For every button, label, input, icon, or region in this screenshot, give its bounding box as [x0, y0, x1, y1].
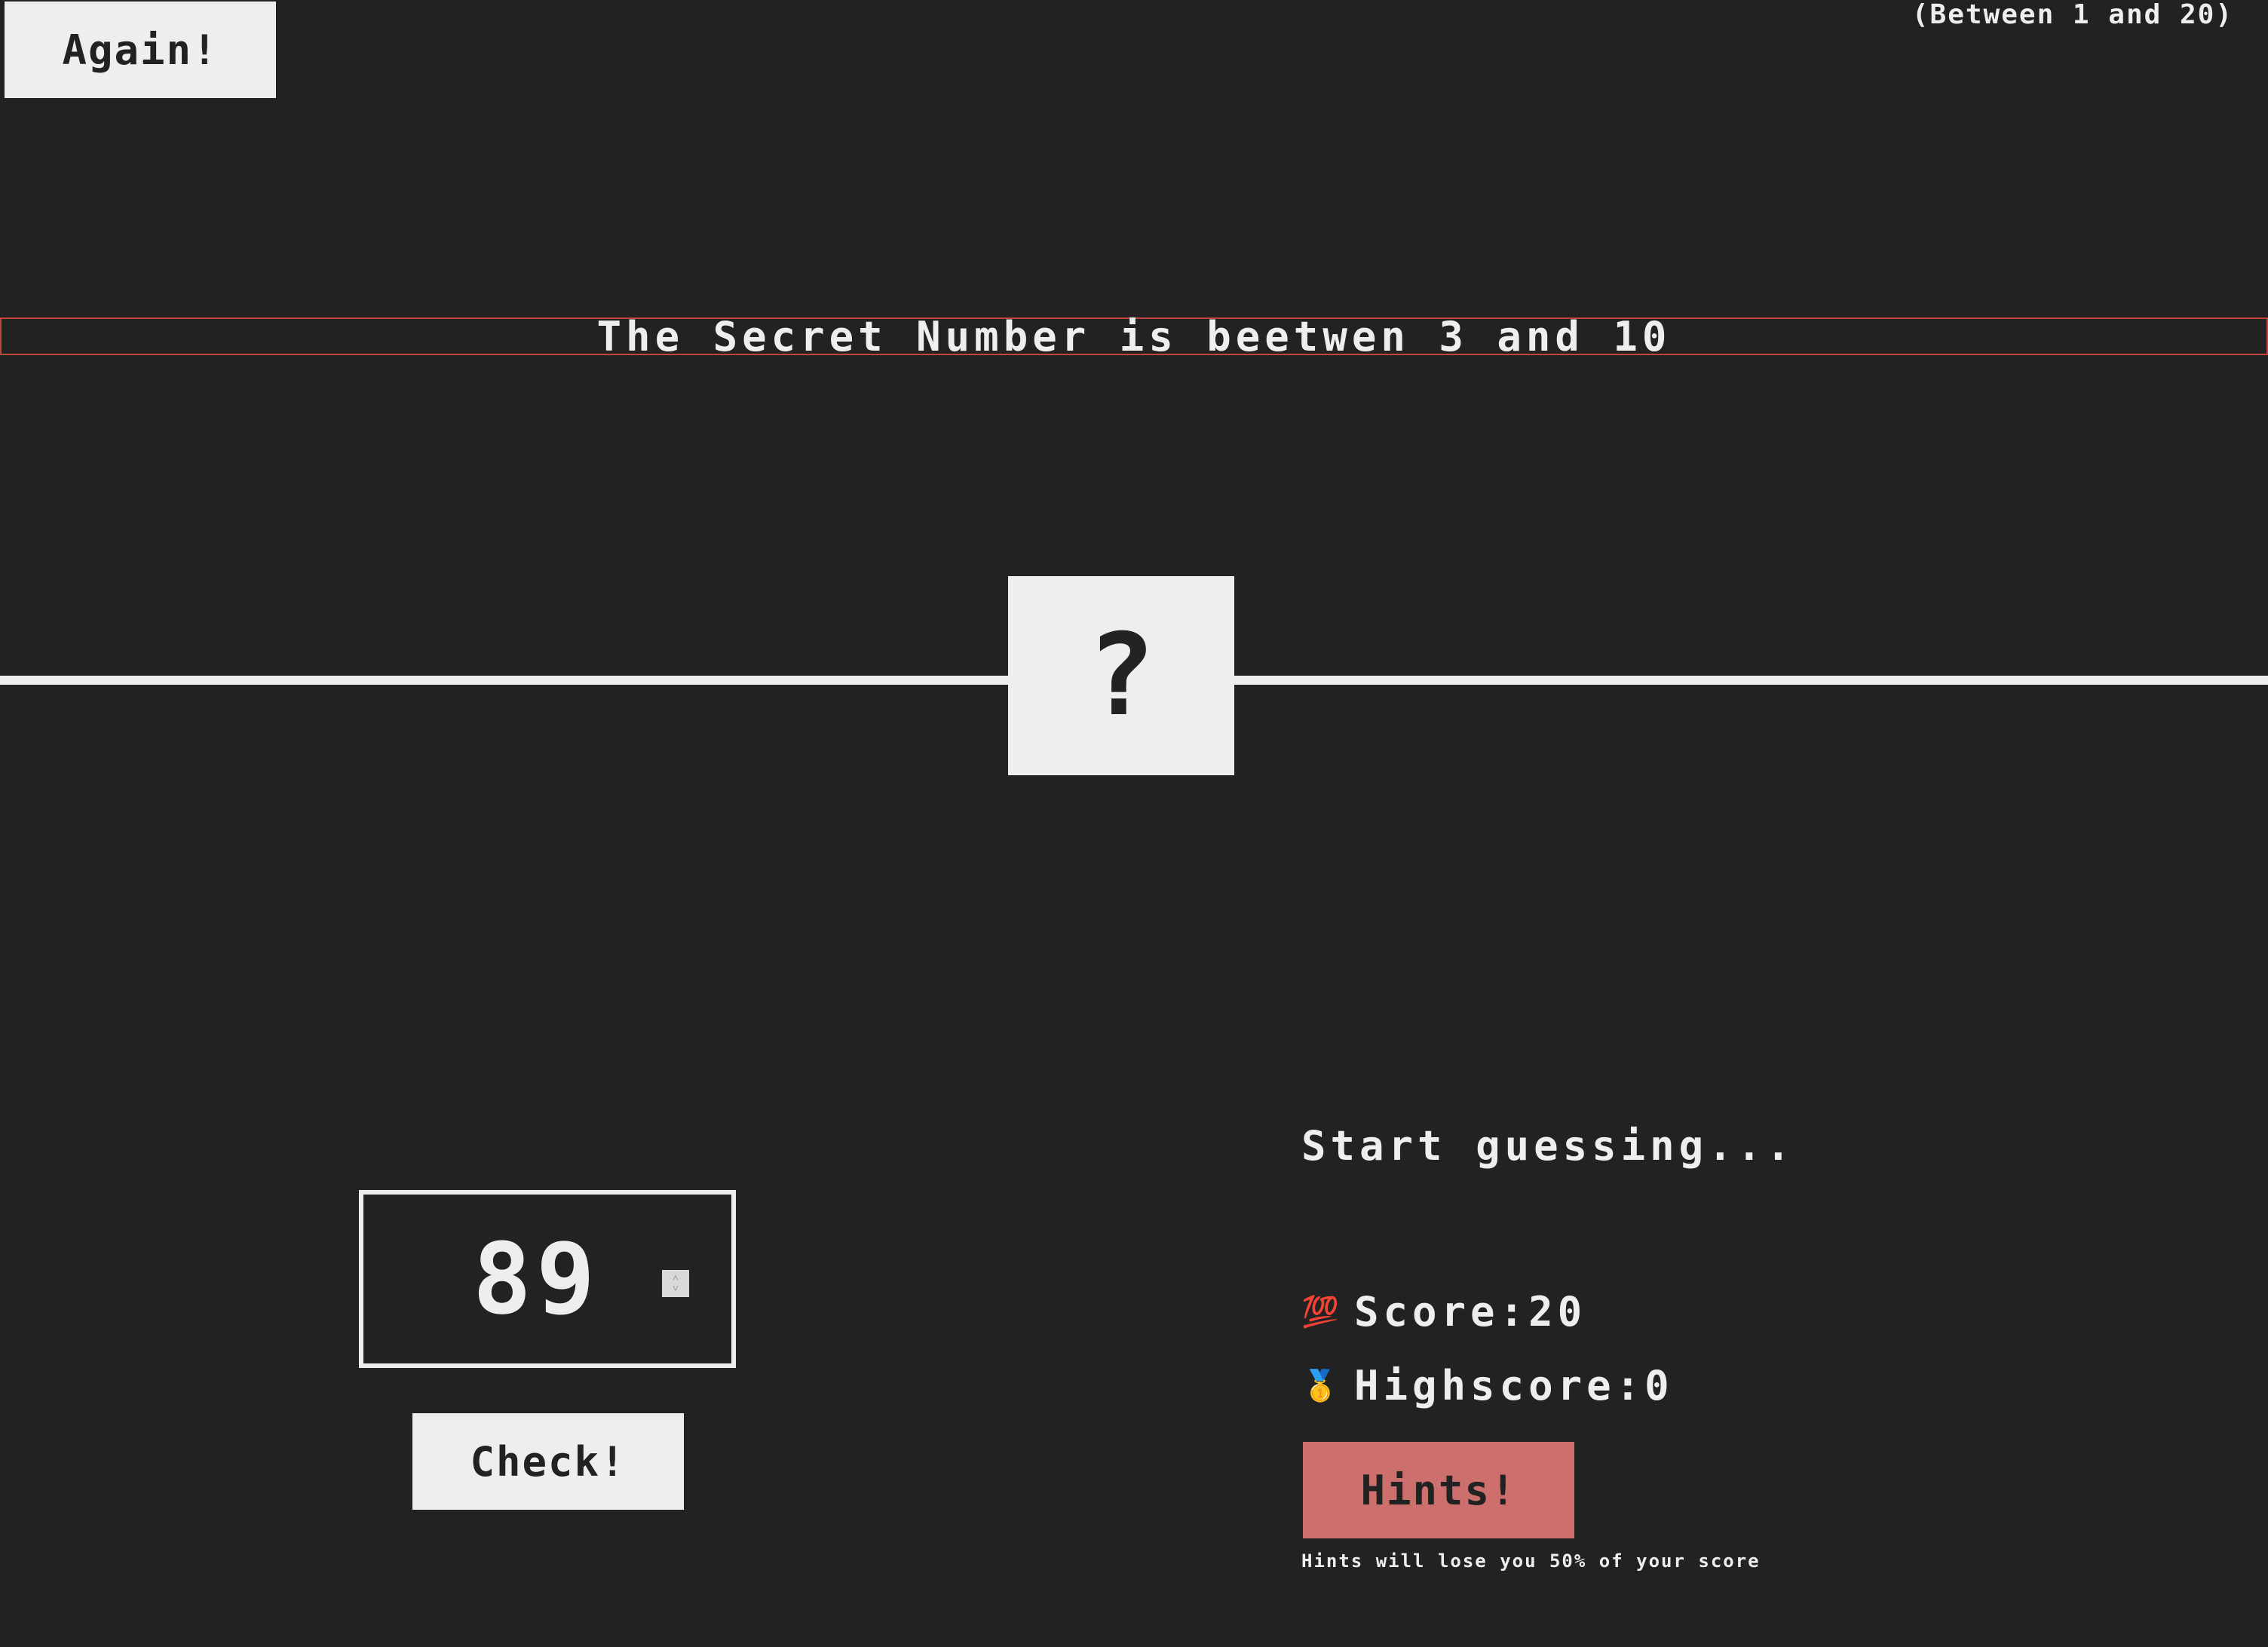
secret-number-box: ? — [1008, 576, 1234, 775]
highscore-line: 🥇 Highscore: 0 — [1301, 1362, 1674, 1409]
hundred-points-icon: 💯 — [1301, 1295, 1344, 1330]
hint-message-banner: The Secret Number is beetwen 3 and 10 — [0, 313, 2268, 360]
hints-button[interactable]: Hints! — [1303, 1442, 1574, 1538]
status-message: Start guessing... — [1301, 1122, 1795, 1170]
score-line: 💯 Score: 20 — [1301, 1288, 1586, 1336]
range-note: (Between 1 and 20) — [1911, 0, 2233, 30]
highscore-label: Highscore: — [1354, 1362, 1645, 1409]
spinner-up-icon[interactable]: ˄ — [673, 1273, 679, 1284]
highscore-value: 0 — [1644, 1362, 1674, 1409]
guess-value[interactable]: 89 — [473, 1222, 600, 1336]
secret-number-display: ? — [1086, 610, 1156, 741]
check-button[interactable]: Check! — [412, 1413, 684, 1510]
number-spinner[interactable]: ˄ ˅ — [662, 1270, 689, 1297]
score-value: 20 — [1528, 1288, 1587, 1336]
score-label: Score: — [1354, 1288, 1529, 1336]
spinner-down-icon[interactable]: ˅ — [673, 1284, 679, 1294]
medal-icon: 🥇 — [1301, 1369, 1344, 1403]
guess-input[interactable]: 89 ˄ ˅ — [359, 1190, 736, 1368]
hint-message-text: The Secret Number is beetwen 3 and 10 — [596, 312, 1672, 360]
hints-note: Hints will lose you 50% of your score — [1301, 1550, 1761, 1572]
again-button[interactable]: Again! — [5, 2, 276, 98]
